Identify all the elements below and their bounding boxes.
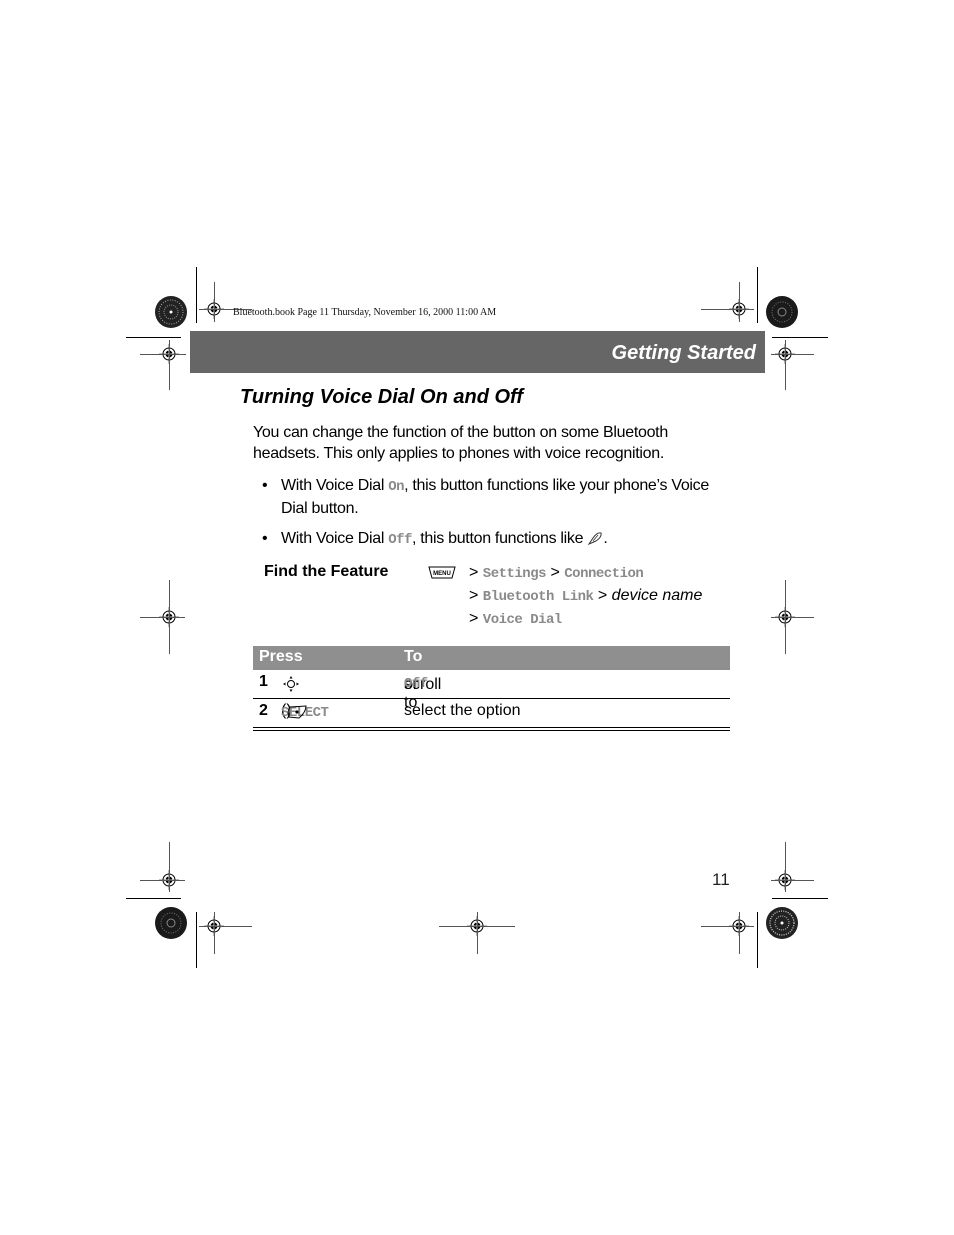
crop-mark — [771, 880, 814, 881]
file-info-header: Bluetooth.book Page 11 Thursday, Novembe… — [233, 307, 497, 318]
crop-mark — [126, 898, 181, 899]
crop-mark — [214, 912, 215, 954]
crop-mark — [214, 282, 215, 322]
soft-key-icon — [286, 705, 308, 719]
page-number: 11 — [712, 870, 730, 889]
crop-mark — [477, 912, 478, 954]
crop-mark — [771, 354, 814, 355]
crop-mark — [126, 337, 181, 338]
path-separator: > — [469, 564, 479, 581]
crop-mark — [140, 354, 186, 355]
path-separator: > — [469, 610, 479, 627]
crop-mark — [785, 842, 786, 892]
svg-text:MENU: MENU — [433, 571, 451, 577]
menu-path: > Settings > Connection > Bluetooth Link… — [469, 562, 702, 631]
crop-mark — [701, 926, 754, 927]
path-item-voice-dial: Voice Dial — [482, 612, 563, 628]
step-number: 2 — [259, 702, 268, 719]
crop-mark — [140, 617, 185, 618]
crop-mark — [196, 267, 197, 323]
path-separator: > — [550, 564, 560, 581]
bullet-item: • With Voice Dial Off, this button funct… — [262, 528, 722, 551]
crop-mark — [196, 912, 197, 968]
crop-mark — [739, 912, 740, 954]
step-action: select the option — [404, 702, 521, 719]
section-banner-title: Getting Started — [611, 342, 756, 364]
page-heading: Turning Voice Dial On and Off — [240, 386, 523, 408]
crop-mark — [439, 926, 515, 927]
crop-mark — [199, 926, 252, 927]
end-key-icon — [587, 530, 603, 546]
display-text-on: On — [388, 479, 405, 495]
registration-starburst-icon — [766, 296, 798, 328]
path-item-settings: Settings — [482, 566, 547, 582]
step-press: SELECT () — [281, 702, 329, 721]
crop-mark — [771, 617, 814, 618]
crop-mark — [772, 337, 828, 338]
path-separator: > — [469, 587, 479, 604]
bullet-text: With Voice Dial — [281, 530, 389, 547]
bullet-dot: • — [262, 530, 268, 547]
bullet-text: . — [603, 530, 608, 547]
crop-mark — [701, 309, 754, 310]
crop-mark — [739, 282, 740, 322]
find-feature-label: Find the Feature — [264, 563, 389, 580]
intro-paragraph: You can change the function of the butto… — [253, 424, 668, 462]
table-header: Press To — [253, 646, 730, 670]
crop-mark — [140, 880, 185, 881]
steps-table: Press To 1 scroll to On or Off 2 SELECT … — [253, 646, 730, 731]
path-item-device-name: device name — [611, 587, 703, 604]
column-header-press: Press — [259, 648, 303, 665]
bullet-text: , this button functions like — [411, 530, 588, 547]
step-number: 1 — [259, 673, 268, 690]
registration-starburst-icon — [766, 907, 798, 939]
crop-mark — [757, 267, 758, 323]
crop-mark — [169, 340, 170, 390]
crop-mark — [169, 842, 170, 892]
registration-starburst-icon — [155, 907, 187, 939]
path-separator: > — [597, 587, 608, 604]
path-item-bluetooth-link: Bluetooth Link — [482, 589, 594, 605]
display-text-off: Off — [388, 532, 412, 548]
path-item-connection: Connection — [564, 566, 644, 582]
bullet-text: With Voice Dial — [281, 477, 389, 494]
table-end-rule — [253, 728, 730, 731]
column-header-to: To — [404, 648, 423, 665]
display-text-off: Off — [404, 676, 428, 692]
crop-mark — [757, 912, 758, 968]
bullet-item: • With Voice Dial On, this button functi… — [262, 475, 722, 519]
menu-key-icon: MENU — [428, 566, 456, 579]
table-row: 2 SELECT () select the option — [253, 699, 730, 728]
table-row: 1 scroll to On or Off — [253, 670, 730, 711]
crop-mark — [772, 898, 828, 899]
crop-mark — [785, 340, 786, 390]
registration-starburst-icon — [155, 296, 187, 328]
nav-key-icon — [282, 675, 300, 698]
bullet-dot: • — [262, 477, 268, 494]
